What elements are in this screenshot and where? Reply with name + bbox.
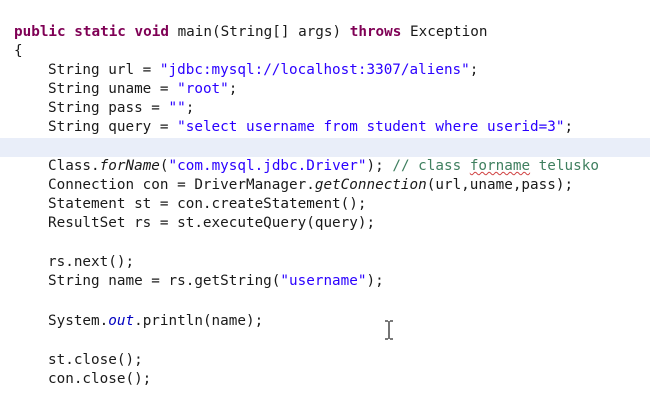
code-line-main-signature[interactable]: public static void main(String[] args) t… [14,23,650,42]
code-line-resultset[interactable]: ResultSet rs = st.executeQuery(query); [48,214,650,233]
code-line-name[interactable]: String name = rs.getString("username"); [48,272,650,291]
semicolon: ; [469,62,479,78]
keyword-throws: throws [349,24,402,40]
driver-string: "com.mysql.jdbc.Driver" [168,158,367,174]
exception-type: Exception [410,24,488,40]
semicolon: ; [564,119,574,135]
code-line-statement[interactable]: Statement st = con.createStatement(); [48,195,650,214]
username-string: "username" [280,273,367,289]
uname-string: "root" [177,81,229,97]
comment-suffix: telusko [530,158,599,174]
name-close: ); [366,273,384,289]
method-signature: main(String[] args) [177,24,342,40]
code-line-con-close[interactable]: con.close(); [48,370,650,389]
open-brace: { [14,43,23,59]
code-line-query[interactable]: String query = "select username from stu… [48,118,650,137]
code-line-current-empty[interactable] [0,138,650,157]
query-string: "select username from student where user… [177,119,565,135]
semicolon: ; [185,100,195,116]
st-close-code: st.close(); [48,352,143,368]
query-declaration: String query = [48,119,178,135]
forname-close: ); [366,158,384,174]
code-line-st-close[interactable]: st.close(); [48,351,650,370]
out-field: out [108,313,135,329]
forname-open-paren: ( [159,158,169,174]
code-line-url[interactable]: String url = "jdbc:mysql://localhost:330… [48,61,650,80]
rs-next-code: rs.next(); [48,254,135,270]
code-line-open-brace[interactable]: { [14,42,650,61]
keyword-void: void [134,24,169,40]
code-line-class-forname[interactable]: Class.forName("com.mysql.jdbc.Driver"); … [48,157,650,176]
semicolon: ; [228,81,238,97]
uname-declaration: String uname = [48,81,178,97]
pass-declaration: String pass = [48,100,169,116]
keyword-static: static [74,24,126,40]
keyword-public: public [14,24,66,40]
code-line-pass[interactable]: String pass = ""; [48,99,650,118]
pass-string: "" [168,100,186,116]
comment-prefix: // class [392,158,470,174]
name-declaration: String name = rs.getString( [48,273,281,289]
code-line-println[interactable]: System.out.println(name); [48,312,650,331]
code-line-rs-next[interactable]: rs.next(); [48,253,650,272]
connection-args: (url,uname,pass); [426,177,574,193]
statement-code: Statement st = con.createStatement(); [48,196,367,212]
connection-declaration: Connection con = DriverManager. [48,177,315,193]
code-editor[interactable]: public static void main(String[] args) t… [0,0,650,402]
class-prefix: Class. [48,158,100,174]
forname-method: forName [99,158,160,174]
text-cursor-icon [385,320,393,340]
resultset-code: ResultSet rs = st.executeQuery(query); [48,215,376,231]
url-string: "jdbc:mysql://localhost:3307/aliens" [159,62,470,78]
code-line-uname[interactable]: String uname = "root"; [48,80,650,99]
url-declaration: String url = [48,62,160,78]
println-suffix: .println(name); [134,313,264,329]
code-line-connection[interactable]: Connection con = DriverManager.getConnec… [48,176,650,195]
getconnection-method: getConnection [314,177,427,193]
println-prefix: System. [48,313,109,329]
con-close-code: con.close(); [48,371,152,387]
comment-forname-misspelled: forname [469,158,531,174]
